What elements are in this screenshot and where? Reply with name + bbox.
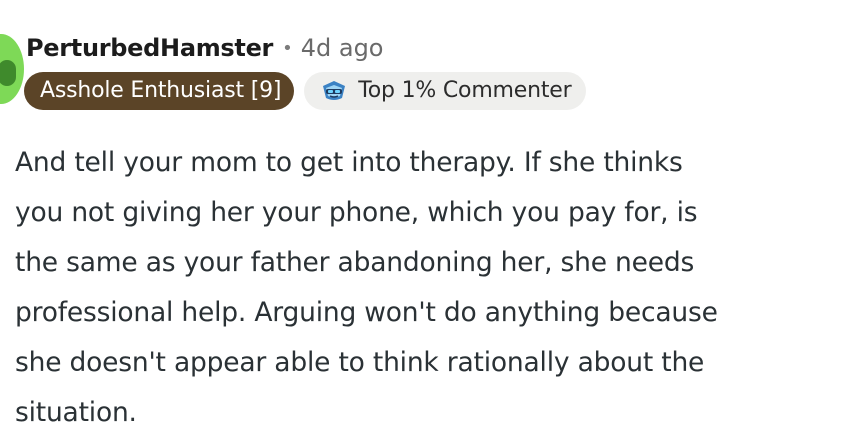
comment-body: And tell your mom to get into therapy. I… [15,138,851,437]
comment-body-line: the same as your father abandoning her, … [15,247,695,278]
achievement-label: Top 1% Commenter [358,78,572,103]
user-flair: Asshole Enthusiast [9] [24,72,295,110]
comment-timestamp[interactable]: 4d ago [301,34,384,62]
avatar-figure [0,60,16,86]
achievement-badge[interactable]: Top 1% Commenter [304,72,587,110]
comment-body-line: And tell your mom to get into therapy. I… [15,147,683,178]
author-username[interactable]: PerturbedHamster [26,34,273,62]
comment-body-line: professional help. Arguing won't do anyt… [15,297,718,328]
user-badges: Asshole Enthusiast [9] Top 1% Commenter [24,72,587,110]
comment-body-line: she doesn't appear able to think rationa… [15,347,705,378]
comment-body-line: situation. [15,397,137,428]
top-commenter-badge-icon [323,81,346,100]
comment-body-line: you not giving her your phone, which you… [15,197,698,228]
comment: PerturbedHamster • 4d ago Asshole Enthus… [0,0,854,437]
user-avatar[interactable] [0,34,24,104]
comment-header: PerturbedHamster • 4d ago [26,30,384,66]
meta-separator: • [282,37,293,59]
